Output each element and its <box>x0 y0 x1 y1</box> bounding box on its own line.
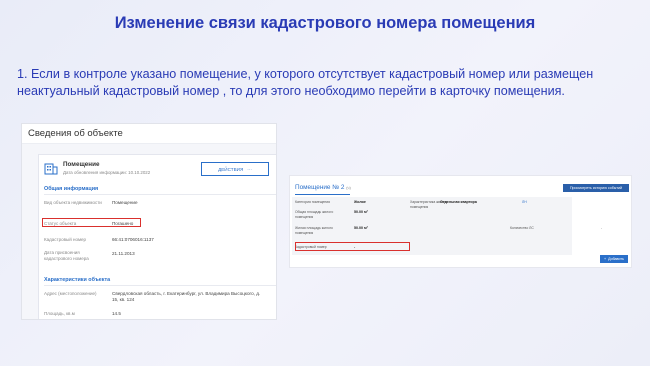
field-value: 14.5 <box>112 311 121 316</box>
object-name: Помещение <box>63 161 100 168</box>
premises-title[interactable]: Помещение № 2 (ч) <box>295 184 351 191</box>
field-label: Площадь, кв.м <box>44 311 75 316</box>
field-value: 66:41:0706016:1137 <box>112 237 154 242</box>
row-value: Жилое <box>354 200 366 204</box>
add-button[interactable]: + Добавить <box>600 255 628 263</box>
ls-count-label: Количество ЛС <box>510 226 534 230</box>
field-label: Вид объекта недвижимости <box>44 200 102 205</box>
row-value: 50.00 м² <box>354 210 368 214</box>
add-button-label: Добавить <box>608 257 624 261</box>
row-label: Общая площадь жилого помещения <box>295 210 334 219</box>
building-icon <box>44 163 58 175</box>
row-label: Категория помещения <box>295 200 330 204</box>
general-info-heading: Общая информация <box>44 186 99 192</box>
field-label: Кадастровый номер <box>44 237 87 242</box>
object-info-screenshot: Сведения об объекте Помещение Дата обнов… <box>21 123 277 320</box>
premises-title-label: Помещение № 2 <box>295 184 345 191</box>
ln-label[interactable]: ЛН <box>522 200 527 205</box>
field-label: Дата присвоения кадастрового номера <box>44 250 89 262</box>
cadastral-highlight <box>295 242 410 251</box>
field-value: Помещение <box>112 200 138 205</box>
divider <box>44 285 276 286</box>
actions-button[interactable]: ДЕЙСТВИЯ ··· <box>201 162 269 176</box>
ls-count-value: - <box>601 226 603 230</box>
row-value: 50.00 м² <box>354 226 368 230</box>
divider <box>44 194 276 195</box>
characteristics-heading: Характеристики объекта <box>44 277 111 283</box>
row-value: Отдельная квартира <box>440 200 477 204</box>
field-value: 21.11.2013 <box>112 251 135 256</box>
slide: Изменение связи кадастрового номера поме… <box>0 0 650 366</box>
premises-title-suffix: (ч) <box>346 186 351 190</box>
more-dots-icon: ··· <box>247 166 252 172</box>
object-info-header: Сведения об объекте <box>22 124 276 144</box>
field-label: Адрес (местоположение) <box>44 291 97 296</box>
field-value: Свердловская область, г. Екатеринбург, у… <box>112 291 261 303</box>
status-highlight <box>42 218 141 227</box>
actions-button-label: ДЕЙСТВИЯ <box>218 166 244 172</box>
plus-icon: + <box>604 257 607 261</box>
row-label: Жилая площадь жилого помещения <box>295 226 333 235</box>
history-button[interactable]: Просмотреть историю событий <box>563 184 629 192</box>
instruction-text: 1. Если в контроле указано помещение, у … <box>17 67 594 98</box>
update-date: Дата обновления информации: 10.10.2022 <box>63 170 151 175</box>
premises-card-screenshot: Помещение № 2 (ч) Просмотреть историю со… <box>289 175 632 268</box>
object-card: Помещение Дата обновления информации: 10… <box>38 154 276 319</box>
title-underline <box>295 194 350 195</box>
slide-title: Изменение связи кадастрового номера поме… <box>114 14 536 32</box>
